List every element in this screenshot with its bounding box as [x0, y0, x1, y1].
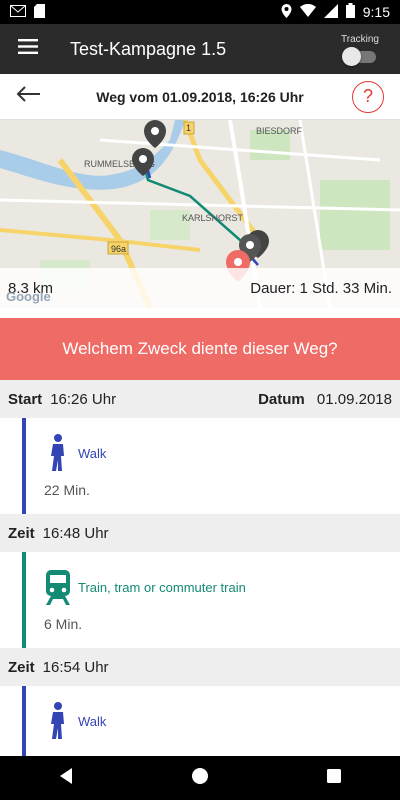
date-value: 01.09.2018 [316, 390, 392, 408]
tracking-toggle[interactable] [342, 46, 378, 66]
trip-duration: Dauer: 1 Std. 33 Min. [250, 279, 392, 297]
walk-icon [44, 433, 72, 473]
segment-line [22, 686, 26, 756]
status-bar: 9:15 [0, 0, 400, 24]
home-circle-icon[interactable] [191, 767, 209, 790]
arrow-left-icon [16, 86, 40, 107]
battery-icon [345, 3, 355, 21]
google-logo: Google [6, 289, 51, 304]
start-label: Start [8, 390, 43, 408]
trip-header: Weg vom 01.09.2018, 16:26 Uhr ? [0, 74, 400, 120]
purpose-button[interactable]: Welchem Zweck diente dieser Weg? [0, 318, 400, 380]
date-group: Datum 01.09.2018 [258, 391, 392, 408]
stop-time: 16:48 Uhr [42, 524, 109, 542]
sd-card-icon [34, 3, 45, 21]
segment-duration: 6 Min. [44, 616, 83, 632]
trip-title: Weg vom 01.09.2018, 16:26 Uhr [96, 88, 304, 105]
segment-walk-2[interactable]: Walk [0, 686, 400, 756]
wifi-icon [299, 3, 316, 20]
system-nav-bar [0, 756, 400, 800]
start-time: 16:26 Uhr [50, 390, 117, 408]
hamburger-icon [18, 39, 38, 59]
map-summary: 8.3 km Dauer: 1 Std. 33 Min. [0, 268, 400, 308]
recents-square-icon[interactable] [326, 768, 342, 789]
segment-line [22, 552, 26, 648]
stop-time: 16:54 Uhr [42, 658, 109, 676]
segment-mode-label: Walk [78, 713, 107, 729]
walk-icon [44, 701, 72, 741]
train-icon [44, 567, 72, 607]
back-button[interactable] [0, 74, 56, 120]
map-label-road-1: 1 [186, 123, 191, 133]
date-label: Datum [258, 390, 305, 408]
stop-label: Zeit [8, 524, 35, 542]
stop-row: Zeit 16:48 Uhr [0, 514, 400, 552]
segment-mode-label: Walk [78, 445, 107, 461]
gmail-icon [10, 4, 26, 20]
start-row: Start 16:26 Uhr Datum 01.09.2018 [0, 380, 400, 418]
segment-line [22, 418, 26, 514]
location-icon [281, 3, 292, 21]
segment-train[interactable]: Train, tram or commuter train 6 Min. [0, 552, 400, 648]
segment-mode-label: Train, tram or commuter train [78, 579, 246, 595]
app-title: Test-Kampagne 1.5 [70, 38, 227, 59]
trip-timeline: Start 16:26 Uhr Datum 01.09.2018 Walk 22… [0, 380, 400, 756]
segment-duration: 22 Min. [44, 482, 90, 498]
back-triangle-icon[interactable] [58, 767, 74, 790]
stop-label: Zeit [8, 658, 35, 676]
help-button[interactable]: ? [352, 80, 384, 113]
app-bar: Test-Kampagne 1.5 Tracking [0, 24, 400, 74]
stop-row: Zeit 16:54 Uhr [0, 648, 400, 686]
route-map[interactable]: RUMMELSBURG BIESDORF KARLSHORST 96a 1 8.… [0, 120, 400, 308]
tracking-control: Tracking [338, 33, 382, 66]
segment-walk-1[interactable]: Walk 22 Min. [0, 418, 400, 514]
menu-button[interactable] [0, 24, 56, 74]
map-label-karlshorst: KARLSHORST [182, 213, 244, 223]
tracking-label: Tracking [341, 33, 379, 45]
signal-icon [323, 3, 338, 21]
status-time: 9:15 [362, 4, 390, 20]
map-label-road-96a: 96a [111, 244, 126, 254]
map-label-biesdorf: BIESDORF [256, 126, 303, 136]
